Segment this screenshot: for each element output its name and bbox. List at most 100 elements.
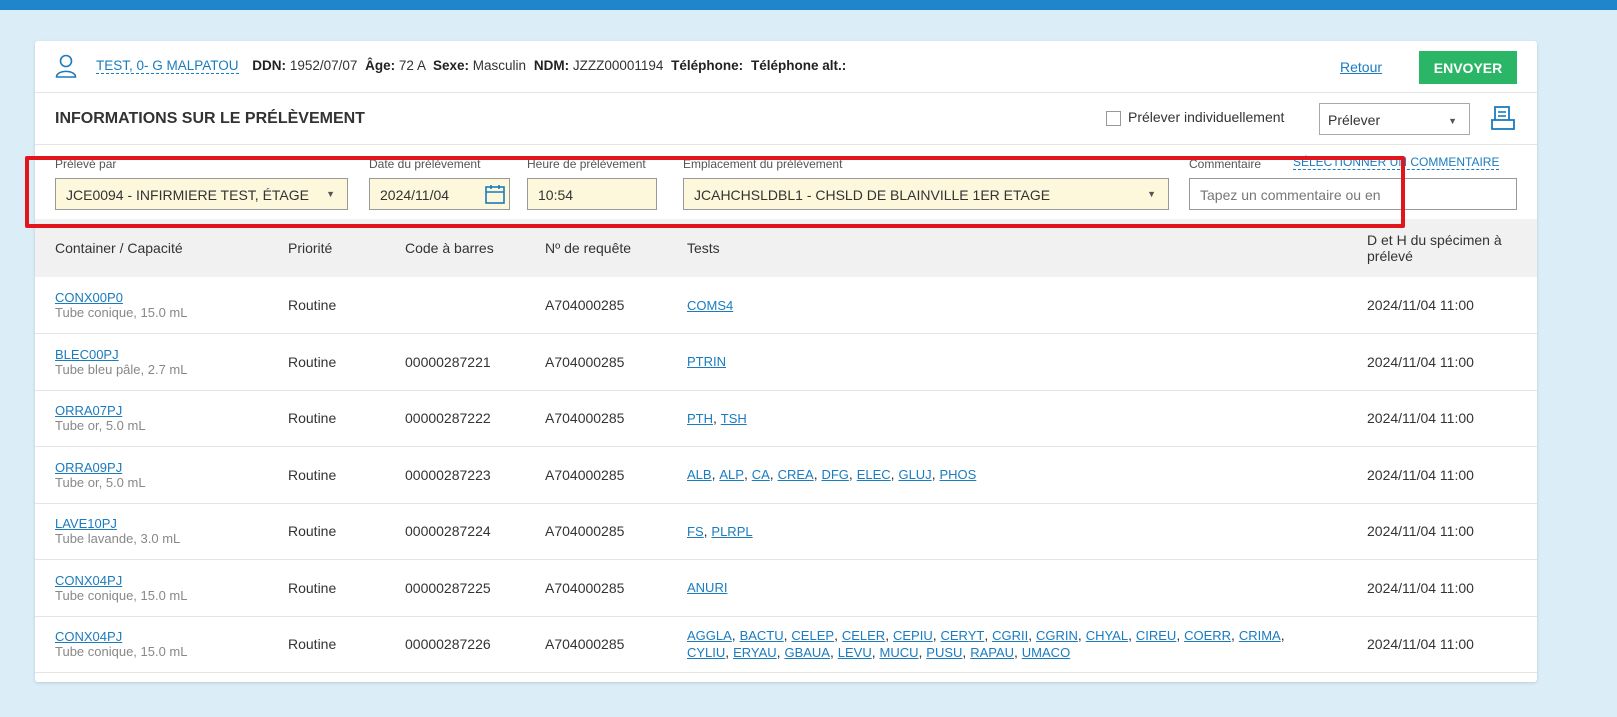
person-icon (55, 54, 77, 81)
test-link[interactable]: PLRPL (711, 524, 752, 539)
container-desc: Tube conique, 15.0 mL (55, 305, 188, 320)
container-cell: ORRA09PJ Tube or, 5.0 mL (35, 447, 268, 504)
container-desc: Tube or, 5.0 mL (55, 474, 146, 490)
container-desc: Tube conique, 15.0 mL (55, 644, 188, 660)
test-link[interactable]: CREA (778, 467, 814, 482)
container-desc: Tube or, 5.0 mL (55, 418, 146, 434)
test-link[interactable]: CEPIU (893, 628, 933, 643)
action-select-value: Prélever (1328, 112, 1381, 128)
ddn-label: DDN: (252, 58, 287, 73)
test-link[interactable]: CHYAL (1086, 628, 1128, 643)
envoyer-button[interactable]: ENVOYER (1419, 51, 1517, 84)
test-link[interactable]: CELER (842, 628, 885, 643)
container-cell: ORRA07PJ Tube or, 5.0 mL (35, 390, 268, 447)
test-link[interactable]: ALP (719, 467, 744, 482)
barcode-cell (385, 277, 525, 334)
test-link[interactable]: CA (752, 467, 770, 482)
test-link[interactable]: CERYT (941, 628, 985, 643)
datetime-cell: 2024/11/04 11:00 (1367, 636, 1474, 653)
test-link[interactable]: UMACO (1022, 645, 1070, 660)
container-desc: Tube bleu pâle, 2.7 mL (55, 361, 188, 377)
individual-checkbox[interactable] (1106, 111, 1121, 126)
container-code-link[interactable]: ORRA09PJ (55, 460, 268, 475)
test-link[interactable]: PTRIN (687, 354, 726, 369)
test-link[interactable]: RAPAU (970, 645, 1014, 660)
container-code-link[interactable]: CONX04PJ (55, 629, 268, 644)
test-link[interactable]: LEVU (838, 645, 872, 660)
datetime-cell: 2024/11/04 11:00 (1367, 410, 1474, 427)
test-link[interactable]: CGRII (992, 628, 1028, 643)
container-code-link[interactable]: ORRA07PJ (55, 403, 268, 418)
test-link[interactable]: ELEC (857, 467, 891, 482)
test-link[interactable]: ALB (687, 467, 712, 482)
table-row: BLEC00PJ Tube bleu pâle, 2.7 mL Routine 000… (35, 334, 1537, 391)
requete-cell: A704000285 (545, 523, 625, 540)
container-cell: CONX04PJ Tube conique, 15.0 mL (35, 560, 268, 617)
ddn-value: 1952/07/07 (289, 58, 358, 73)
container-code-link[interactable]: BLEC00PJ (55, 347, 268, 362)
ndm-value: JZZZ00001194 (572, 58, 664, 73)
tests-cell: COMS4 (667, 277, 1347, 334)
sexe-value: Masculin (472, 58, 527, 73)
patient-name-link[interactable]: TEST, 0- G MALPATOU (96, 58, 239, 74)
test-link[interactable]: CIREU (1136, 628, 1176, 643)
test-link[interactable]: DFG (821, 467, 848, 482)
containers-table: Container / Capacité Priorité Code à bar… (35, 219, 1537, 673)
priorite-cell: Routine (288, 579, 337, 596)
container-code-link[interactable]: CONX00P0 (55, 290, 268, 305)
test-link[interactable]: PHOS (939, 467, 976, 482)
table-row: CONX04PJ Tube conique, 15.0 mL Routine 0000… (35, 560, 1537, 617)
test-link[interactable]: CRIMA (1239, 628, 1281, 643)
test-link[interactable]: COMS4 (687, 298, 733, 313)
priorite-cell: Routine (288, 353, 337, 370)
container-cell: CONX00P0 Tube conique, 15.0 mL (35, 277, 268, 334)
individual-checkbox-label: Prélever individuellement (1128, 109, 1285, 125)
age-label: Âge: (365, 58, 396, 73)
test-link[interactable]: ANURI (687, 580, 727, 595)
container-desc: Tube conique, 15.0 mL (55, 587, 188, 603)
test-link[interactable]: GLUJ (898, 467, 931, 482)
table-row: CONX04PJ Tube conique, 15.0 mL Routine 0000… (35, 616, 1537, 673)
test-link[interactable]: MUCU (880, 645, 919, 660)
container-code-link[interactable]: CONX04PJ (55, 573, 268, 588)
test-link[interactable]: AGGLA (687, 628, 732, 643)
requete-cell: A704000285 (545, 353, 625, 370)
tests-cell: PTH, TSH (687, 409, 747, 426)
retour-link[interactable]: Retour (1340, 59, 1382, 75)
test-link[interactable]: FS (687, 524, 704, 539)
datetime-cell: 2024/11/04 11:00 (1367, 523, 1474, 540)
selection-highlight (25, 156, 1405, 228)
collection-card: TEST, 0- G MALPATOU DDN: 1952/07/07 Âge:… (25, 41, 1537, 682)
priorite-cell: Routine (288, 523, 337, 540)
test-link[interactable]: ERYAU (733, 645, 777, 660)
requete-cell: A704000285 (545, 297, 625, 313)
test-link[interactable]: BACTU (740, 628, 784, 643)
tests-cell: ANURI (667, 560, 1347, 617)
datetime-cell: 2024/11/04 11:00 (1367, 297, 1474, 313)
test-link[interactable]: PTH (687, 411, 713, 426)
tests-cell: ALB, ALP, CA, CREA, DFG, ELEC, GLUJ, PHO… (687, 466, 977, 483)
requete-cell: A704000285 (545, 466, 625, 483)
table-row: ORRA07PJ Tube or, 5.0 mL Routine 0000028722… (35, 390, 1537, 447)
patient-header: TEST, 0- G MALPATOU DDN: 1952/07/07 Âge:… (35, 41, 1537, 93)
datetime-cell: 2024/11/04 11:00 (1367, 353, 1474, 370)
section-header: INFORMATIONS SUR LE PRÉLÈVEMENT Prélever… (35, 93, 1537, 145)
priorite-cell: Routine (288, 410, 337, 427)
test-link[interactable]: TSH (721, 411, 747, 426)
test-link[interactable]: CYLIU (687, 645, 725, 660)
print-icon[interactable] (1490, 105, 1516, 134)
test-link[interactable]: CGRIN (1036, 628, 1078, 643)
test-link[interactable]: COERR (1184, 628, 1231, 643)
requete-cell: A704000285 (545, 579, 625, 596)
barcode-cell: 00000287223 (405, 466, 491, 483)
action-select[interactable]: Prélever ▼ (1319, 103, 1470, 135)
test-link[interactable]: CELEP (791, 628, 834, 643)
priorite-cell: Routine (288, 466, 337, 483)
priorite-cell: Routine (288, 297, 337, 313)
table-row: CONX00P0 Tube conique, 15.0 mL Routine A704… (35, 277, 1537, 334)
container-code-link[interactable]: LAVE10PJ (55, 516, 268, 531)
tests-cell: PTRIN (667, 334, 1347, 391)
test-link[interactable]: PUSU (926, 645, 962, 660)
test-link[interactable]: GBAUA (784, 645, 830, 660)
container-cell: BLEC00PJ Tube bleu pâle, 2.7 mL (35, 334, 268, 391)
